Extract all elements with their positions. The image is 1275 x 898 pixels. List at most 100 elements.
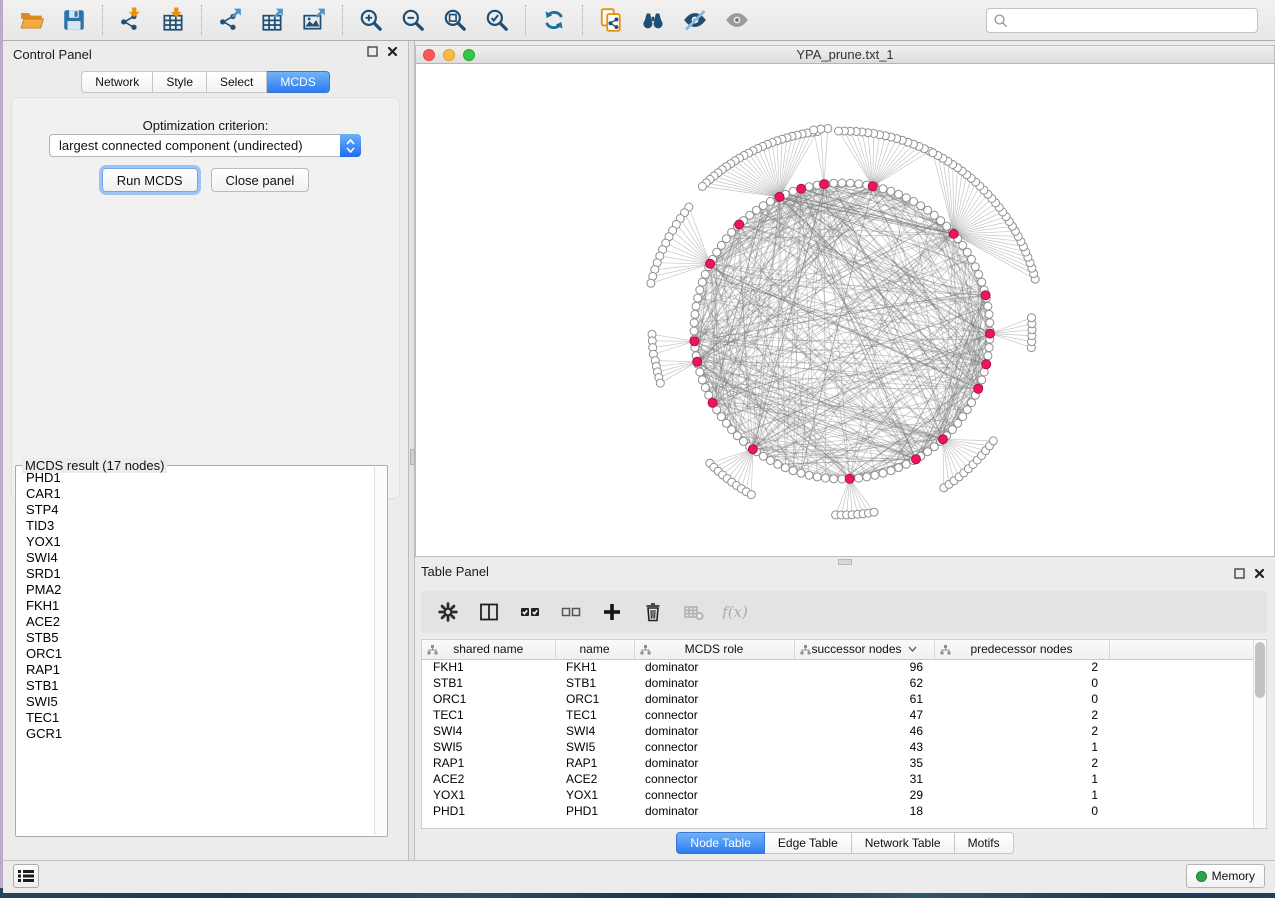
delete-table-button[interactable] [681, 599, 707, 625]
table-row[interactable]: RAP1RAP1dominator352 [422, 755, 1253, 771]
table-cell[interactable]: connector [634, 771, 794, 787]
mcds-result-item[interactable]: TEC1 [18, 710, 373, 726]
import-table-button[interactable] [152, 4, 194, 36]
table-cell[interactable]: dominator [634, 675, 794, 691]
table-cell[interactable]: dominator [634, 691, 794, 707]
function-builder-button[interactable]: f(x) [722, 599, 748, 625]
mcds-result-item[interactable]: PMA2 [18, 582, 373, 598]
table-tab-network-table[interactable]: Network Table [852, 832, 955, 854]
refresh-button[interactable] [533, 4, 575, 36]
float-panel-button[interactable] [367, 46, 378, 57]
table-cell[interactable]: 29 [794, 787, 934, 803]
open-button[interactable] [11, 4, 53, 36]
table-cell[interactable]: connector [634, 707, 794, 723]
tab-select[interactable]: Select [207, 71, 267, 93]
table-row[interactable]: PHD1PHD1dominator180 [422, 803, 1253, 819]
table-cell[interactable]: connector [634, 787, 794, 803]
tab-style[interactable]: Style [153, 71, 207, 93]
mcds-result-item[interactable]: TID3 [18, 518, 373, 534]
split-columns-button[interactable] [476, 599, 502, 625]
close-panel-button[interactable] [387, 46, 398, 57]
table-cell[interactable]: TEC1 [422, 707, 555, 723]
table-row[interactable]: ORC1ORC1dominator610 [422, 691, 1253, 707]
table-row[interactable]: SWI5SWI5connector431 [422, 739, 1253, 755]
table-cell[interactable]: PHD1 [555, 803, 634, 819]
mcds-result-item[interactable]: STB5 [18, 630, 373, 646]
tab-network[interactable]: Network [81, 71, 153, 93]
table-cell[interactable]: PHD1 [422, 803, 555, 819]
hide-selected-button[interactable] [674, 4, 716, 36]
table-cell[interactable]: 46 [794, 723, 934, 739]
table-cell[interactable]: 2 [934, 659, 1109, 675]
table-tab-edge-table[interactable]: Edge Table [765, 832, 852, 854]
mcds-result-item[interactable]: YOX1 [18, 534, 373, 550]
table-cell[interactable]: STB1 [422, 675, 555, 691]
table-cell[interactable]: ACE2 [555, 771, 634, 787]
save-button[interactable] [53, 4, 95, 36]
table-scrollbar[interactable] [1253, 640, 1266, 828]
table-row[interactable]: FKH1FKH1dominator962 [422, 659, 1253, 675]
table-cell[interactable]: 62 [794, 675, 934, 691]
table-cell[interactable]: dominator [634, 755, 794, 771]
zoom-selected-button[interactable] [476, 4, 518, 36]
mcds-result-item[interactable]: FKH1 [18, 598, 373, 614]
table-cell[interactable]: RAP1 [422, 755, 555, 771]
table-cell[interactable]: 2 [934, 723, 1109, 739]
mcds-result-item[interactable]: CAR1 [18, 486, 373, 502]
binoculars-button[interactable] [632, 4, 674, 36]
table-cell[interactable]: SWI5 [422, 739, 555, 755]
zoom-fit-button[interactable] [434, 4, 476, 36]
table-cell[interactable]: 1 [934, 787, 1109, 803]
column-header-MCDS-role[interactable]: MCDS role [634, 640, 794, 659]
mcds-result-item[interactable]: GCR1 [18, 726, 373, 742]
table-cell[interactable]: 18 [794, 803, 934, 819]
task-history-button[interactable] [13, 864, 39, 888]
table-row[interactable]: YOX1YOX1connector291 [422, 787, 1253, 803]
mcds-result-item[interactable]: STB1 [18, 678, 373, 694]
zoom-out-button[interactable] [392, 4, 434, 36]
table-cell[interactable]: RAP1 [555, 755, 634, 771]
table-row[interactable]: TEC1TEC1connector472 [422, 707, 1253, 723]
table-cell[interactable]: 43 [794, 739, 934, 755]
table-cell[interactable]: ACE2 [422, 771, 555, 787]
mcds-result-item[interactable]: SWI5 [18, 694, 373, 710]
mcds-result-item[interactable]: ORC1 [18, 646, 373, 662]
delete-column-button[interactable] [640, 599, 666, 625]
export-table-button[interactable] [251, 4, 293, 36]
table-row[interactable]: STB1STB1dominator620 [422, 675, 1253, 691]
table-cell[interactable]: TEC1 [555, 707, 634, 723]
table-cell[interactable]: 1 [934, 739, 1109, 755]
table-cell[interactable]: ORC1 [422, 691, 555, 707]
export-network-button[interactable] [209, 4, 251, 36]
table-cell[interactable]: SWI4 [555, 723, 634, 739]
table-cell[interactable]: dominator [634, 723, 794, 739]
table-tab-node-table[interactable]: Node Table [676, 832, 765, 854]
column-header-predecessor-nodes[interactable]: predecessor nodes [934, 640, 1109, 659]
network-graph[interactable] [416, 64, 1274, 556]
select-all-button[interactable] [517, 599, 543, 625]
tab-mcds[interactable]: MCDS [267, 71, 329, 93]
table-scrollbar-thumb[interactable] [1255, 642, 1265, 698]
mcds-result-item[interactable]: SRD1 [18, 566, 373, 582]
search-input[interactable] [1009, 9, 1257, 32]
show-all-button[interactable] [716, 4, 758, 36]
table-cell[interactable]: YOX1 [422, 787, 555, 803]
table-cell[interactable]: STB1 [555, 675, 634, 691]
float-table-panel-button[interactable] [1234, 568, 1245, 579]
zoom-in-button[interactable] [350, 4, 392, 36]
close-table-panel-button[interactable] [1254, 568, 1265, 579]
import-network-button[interactable] [110, 4, 152, 36]
table-cell[interactable]: 0 [934, 803, 1109, 819]
mcds-list-scrollbar[interactable] [374, 467, 386, 835]
table-cell[interactable]: connector [634, 739, 794, 755]
table-cell[interactable]: 2 [934, 755, 1109, 771]
table-cell[interactable]: 35 [794, 755, 934, 771]
mcds-result-item[interactable]: SWI4 [18, 550, 373, 566]
table-cell[interactable]: 96 [794, 659, 934, 675]
column-header-successor-nodes[interactable]: successor nodes [794, 640, 934, 659]
table-cell[interactable]: 2 [934, 707, 1109, 723]
close-panel-button-mcds[interactable]: Close panel [211, 168, 310, 192]
mcds-result-item[interactable]: STP4 [18, 502, 373, 518]
column-header-name[interactable]: name [555, 640, 634, 659]
table-cell[interactable]: 0 [934, 675, 1109, 691]
